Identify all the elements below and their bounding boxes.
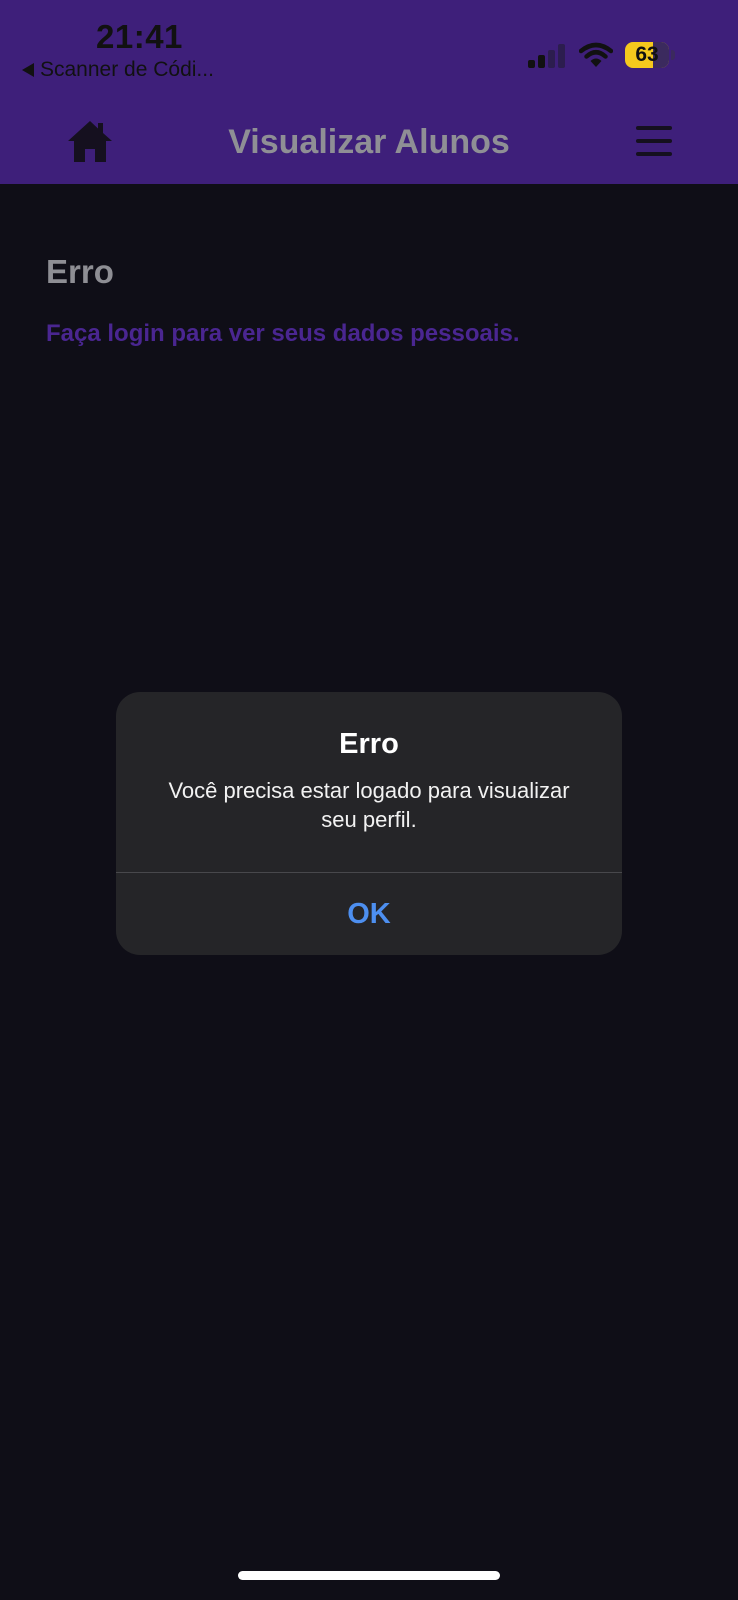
status-time: 21:41 [96, 18, 183, 55]
alert-message: Você precisa estar logado para visualiza… [168, 778, 570, 832]
wifi-icon [579, 42, 613, 67]
home-indicator[interactable] [238, 1571, 500, 1580]
hamburger-menu-icon[interactable] [636, 126, 672, 156]
ok-button[interactable]: OK [116, 873, 622, 955]
back-arrow-icon [22, 63, 34, 77]
battery-level: 63 [635, 43, 659, 66]
alert-title: Erro [339, 728, 399, 760]
alert-dialog: Erro Você precisa estar logado para visu… [116, 692, 622, 955]
error-heading: Erro [46, 253, 114, 290]
battery-icon: 63 [625, 42, 669, 68]
back-app-label: Scanner de Códi... [40, 58, 214, 81]
battery-indicator: 63 [625, 42, 677, 68]
cellular-signal-icon [528, 44, 565, 68]
home-icon[interactable] [66, 118, 114, 164]
app-header: Visualizar Alunos [0, 100, 738, 184]
back-to-app-link[interactable]: Scanner de Códi... [22, 57, 214, 83]
status-bar: 21:41 Scanner de Códi... 63 [0, 0, 738, 100]
page-title: Visualizar Alunos [228, 123, 510, 161]
login-required-message: Faça login para ver seus dados pessoais. [46, 320, 520, 347]
